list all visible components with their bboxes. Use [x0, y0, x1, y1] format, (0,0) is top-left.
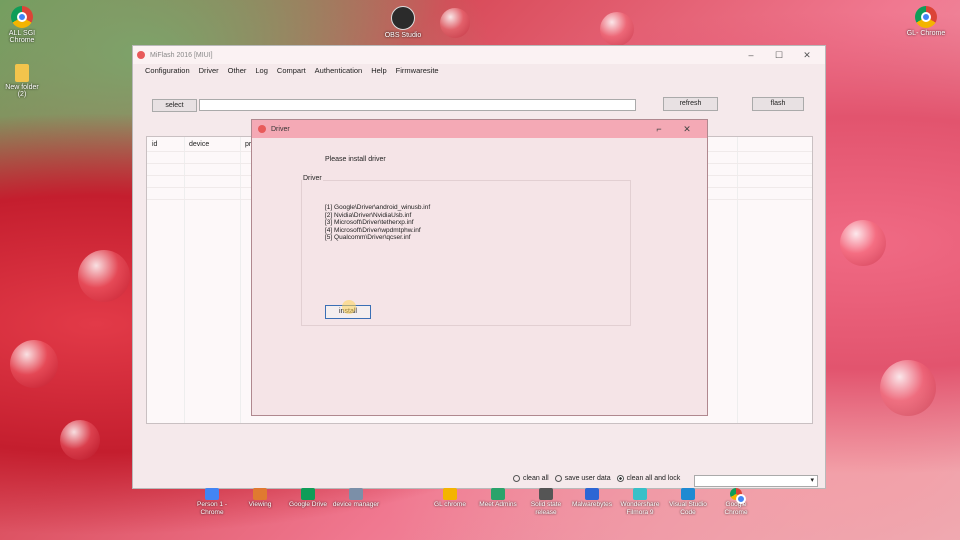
- background-drop: [10, 340, 58, 388]
- app-icon: [258, 125, 266, 133]
- radio-clean-all[interactable]: [513, 475, 520, 482]
- desktop-icon-device-manager[interactable]: device manager: [328, 488, 384, 509]
- background-drop: [840, 220, 886, 266]
- vscode-icon: [681, 488, 695, 500]
- window-titlebar[interactable]: MiFlash 2016 [MIUI] – ☐ ✕: [133, 46, 825, 64]
- filmora-icon: [633, 488, 647, 500]
- flash-button[interactable]: flash: [752, 97, 804, 111]
- path-input[interactable]: [199, 99, 636, 111]
- background-drop: [600, 12, 634, 46]
- column-divider: [240, 137, 241, 423]
- menu-configuration[interactable]: Configuration: [145, 66, 190, 75]
- dialog-titlebar[interactable]: Driver ⌐ ✕: [252, 120, 707, 138]
- folder-icon: [15, 64, 29, 82]
- list-item: [4] Microsoft\Driver\wpdmtphw.inf: [325, 226, 421, 234]
- desktop-icon-label: Google Chrome: [724, 501, 748, 516]
- desktop-icon-google-chrome[interactable]: Google Chrome: [708, 488, 764, 517]
- window-title: MiFlash 2016 [MIUI]: [150, 51, 213, 59]
- desktop-icon-label: GL- Chrome: [906, 30, 946, 37]
- minimize-icon[interactable]: –: [737, 50, 765, 60]
- desktop-icon-obs-studio[interactable]: OBS Studio: [373, 6, 433, 39]
- menu-bar: Configuration Driver Other Log Compart A…: [133, 64, 825, 77]
- list-item: [5] Qualcomm\Driver\qcser.inf: [325, 234, 411, 241]
- close-icon[interactable]: ✕: [673, 124, 701, 135]
- app-icon: [253, 488, 267, 500]
- device-manager-icon: [349, 488, 363, 500]
- radio-clean-all-and-lock[interactable]: [616, 475, 624, 482]
- column-header-device: device: [189, 141, 210, 148]
- maximize-icon[interactable]: ⌐: [645, 124, 673, 134]
- radio-save-user-data[interactable]: [554, 475, 562, 482]
- background-drop: [440, 8, 470, 38]
- mouse-cursor-highlight: [342, 300, 356, 314]
- radio-clean-all-and-lock-label: clean all and lock: [626, 475, 681, 482]
- app-icon: [137, 51, 145, 59]
- menu-authentication[interactable]: Authentication: [315, 66, 363, 75]
- drive-icon: [301, 488, 315, 500]
- select-button[interactable]: select: [152, 99, 197, 112]
- driver-list: [1] Google\Driver\android_winusb.inf [2]…: [325, 204, 430, 242]
- device-dropdown[interactable]: ▾: [694, 475, 818, 487]
- list-item: [2] Nvidia\Driver\NvidiaUsb.inf: [325, 211, 412, 219]
- desktop-icon-label: ALL SGI Chrome: [8, 30, 36, 44]
- column-divider: [737, 137, 738, 423]
- chrome-icon: [443, 488, 457, 500]
- driver-group-label: Driver: [302, 175, 323, 182]
- desktop-icon-new-folder[interactable]: New folder (2): [0, 64, 52, 98]
- background-drop: [880, 360, 936, 416]
- menu-compart[interactable]: Compart: [277, 66, 306, 75]
- obs-icon: [391, 6, 415, 30]
- column-header-id: id: [152, 141, 158, 148]
- menu-firmwaresite[interactable]: Firmwaresite: [396, 66, 439, 75]
- radio-save-user-data-label: save user data: [564, 475, 611, 482]
- desktop-icon-label: device manager: [332, 501, 380, 508]
- list-item: [1] Google\Driver\android_winusb.inf: [325, 204, 431, 211]
- maximize-icon[interactable]: ☐: [765, 50, 793, 61]
- column-divider: [184, 137, 185, 423]
- desktop-icon-label: New folder (2): [5, 84, 39, 98]
- menu-driver[interactable]: Driver: [199, 66, 219, 75]
- dialog-title: Driver: [271, 125, 290, 133]
- menu-other[interactable]: Other: [228, 66, 247, 75]
- chrome-icon: [730, 488, 746, 504]
- flash-mode-options: clean all save user data clean all and l…: [513, 475, 680, 482]
- chrome-icon: [915, 6, 937, 28]
- radio-clean-all-label: clean all: [523, 475, 549, 482]
- chrome-icon: [205, 488, 219, 500]
- background-drop: [78, 250, 130, 302]
- install-message: Please install driver: [325, 156, 386, 163]
- chevron-down-icon: ▾: [810, 477, 814, 484]
- background-drop: [60, 420, 100, 460]
- desktop-icon-label: OBS Studio: [384, 32, 422, 39]
- close-icon[interactable]: ✕: [793, 50, 821, 61]
- menu-log[interactable]: Log: [255, 66, 268, 75]
- driver-dialog: Driver ⌐ ✕ Please install driver Driver …: [251, 119, 708, 416]
- desktop-icon-gl-chrome[interactable]: GL- Chrome: [896, 6, 956, 37]
- list-item: [3] Microsoft\Driver\tetherxp.inf: [325, 219, 414, 226]
- malwarebytes-icon: [585, 488, 599, 500]
- meet-icon: [491, 488, 505, 500]
- desktop-icon-all-sgi-chrome[interactable]: ALL SGI Chrome: [0, 6, 52, 44]
- refresh-button[interactable]: refresh: [663, 97, 718, 111]
- app-icon: [539, 488, 553, 500]
- menu-help[interactable]: Help: [371, 66, 386, 75]
- chrome-icon: [11, 6, 33, 28]
